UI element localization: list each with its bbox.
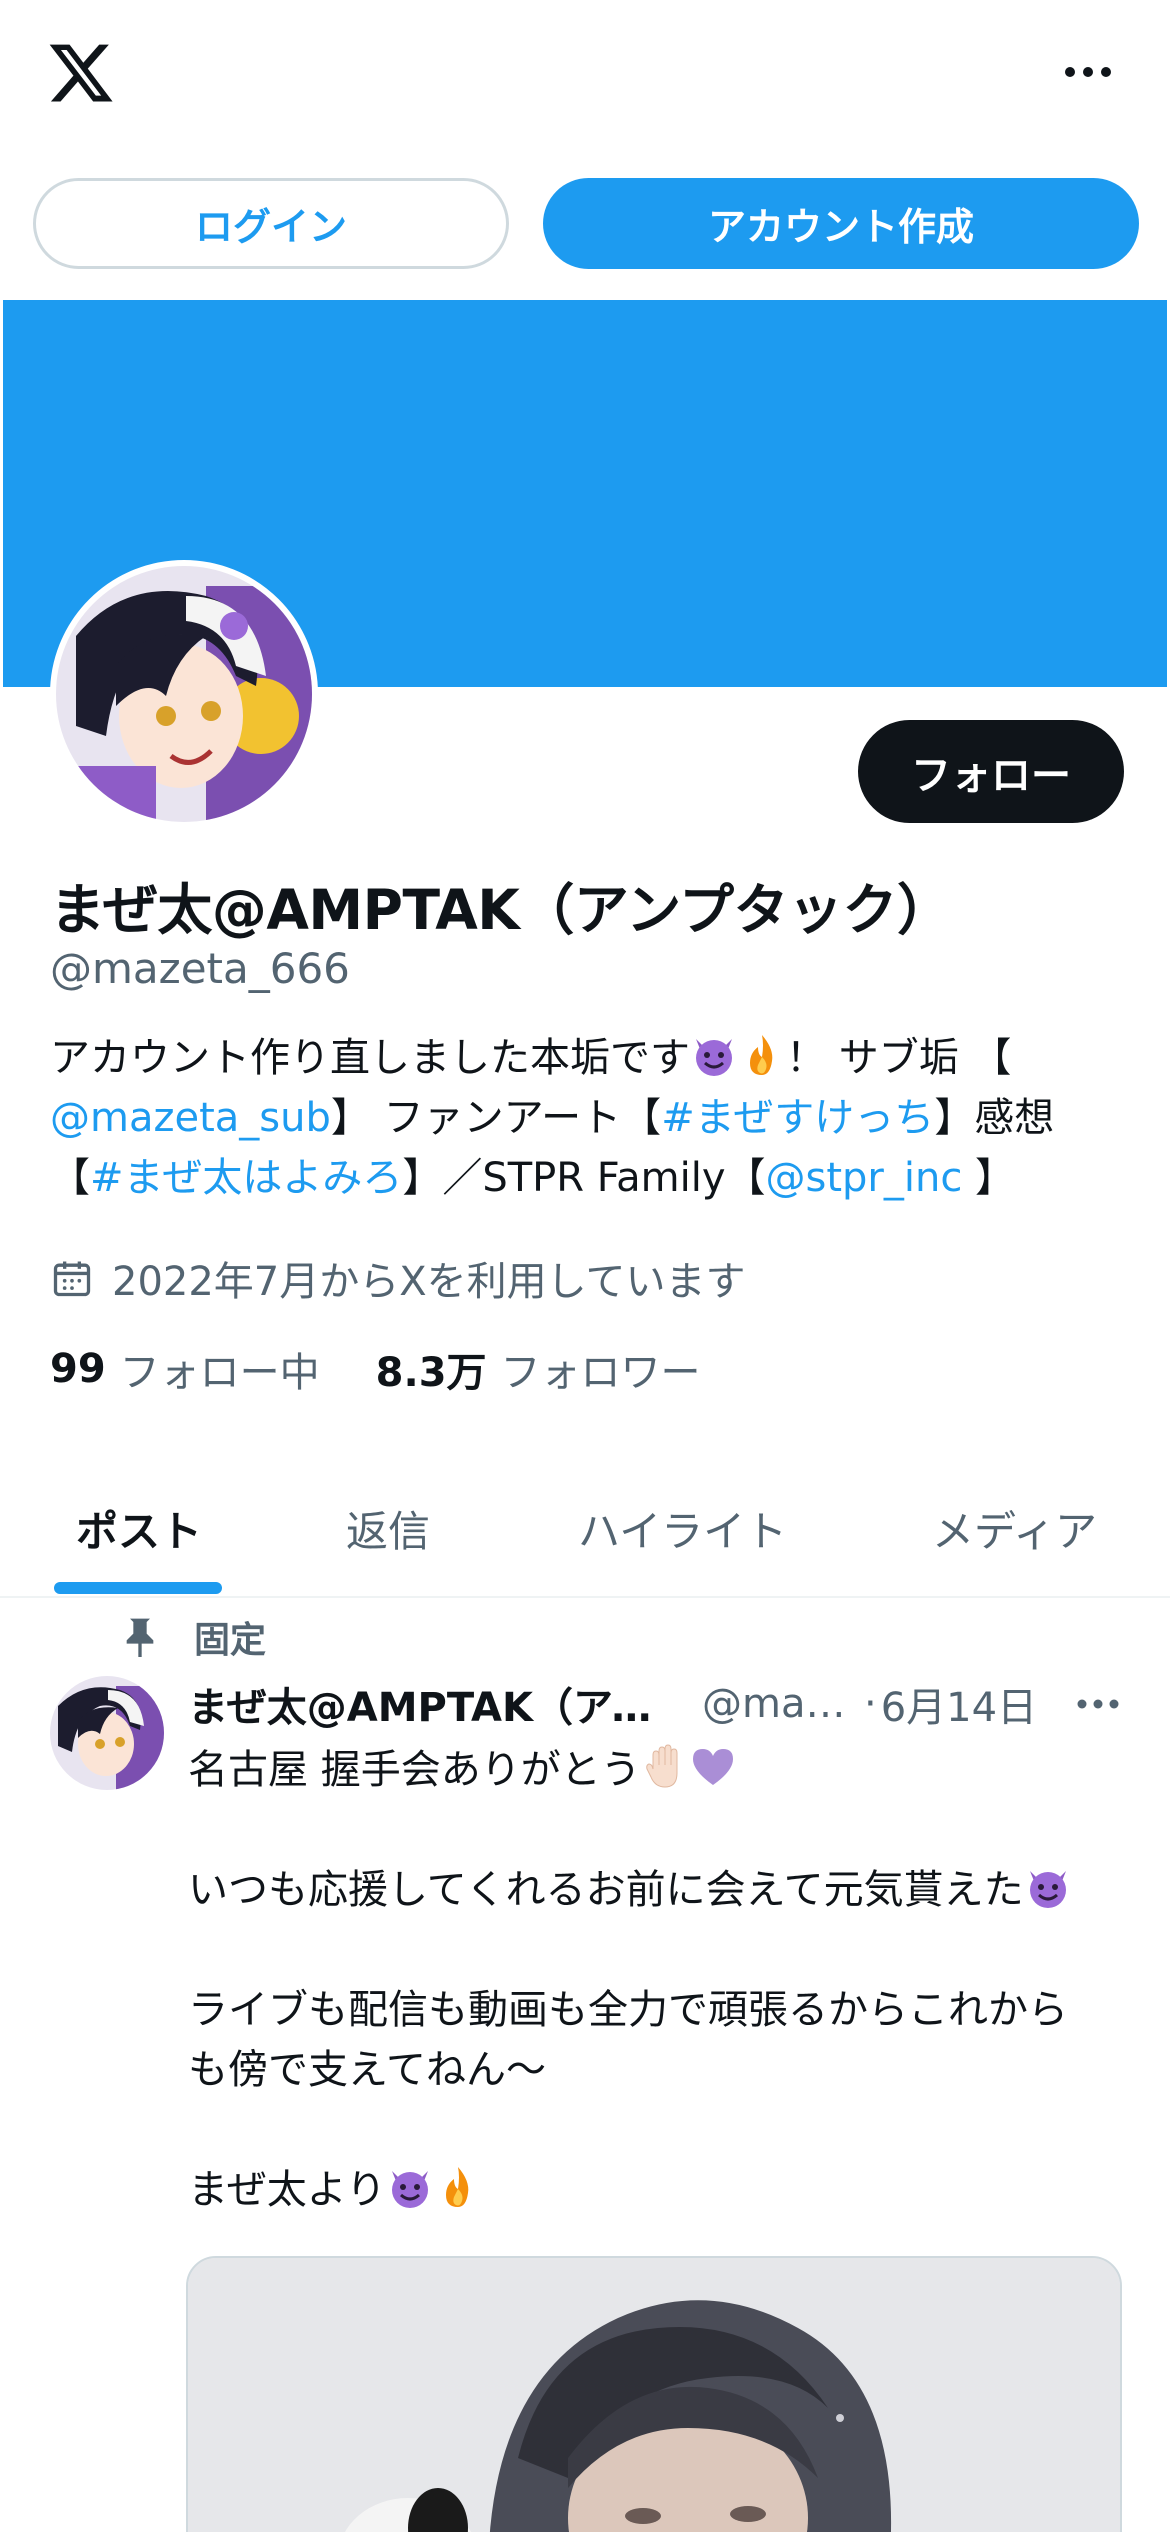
- post-line: まぜ太より: [188, 2160, 1138, 2220]
- post-line: いつも応援してくれるお前に会えて元気貰えた: [188, 1860, 1138, 1920]
- pinned-text: 固定: [194, 1620, 267, 1661]
- post-author-handle[interactable]: @mazeta_666: [702, 1681, 854, 1727]
- bio-text: 】: [962, 1155, 1016, 1201]
- profile-stats: 99 フォロー中 8.3万 フォロワー: [50, 1340, 701, 1398]
- post-line-text: 名古屋 握手会ありがとう: [188, 1747, 641, 1793]
- post-separator: ·: [864, 1681, 877, 1727]
- following-count: 99: [50, 1346, 106, 1392]
- post-line-text: まぜ太より: [188, 2167, 386, 2213]
- bio-line-1: アカウント作り直しました本垢です ！ サブ垢 【: [50, 1028, 1130, 1088]
- tab-posts[interactable]: ポスト: [76, 1460, 202, 1596]
- top-bar: [0, 0, 1170, 150]
- post-line-text: いつも応援してくれるお前に会えて元気貰えた: [188, 1867, 1024, 1913]
- bio-line-2: @mazeta_sub】 ファンアート【#まぜすけっち】感想: [50, 1088, 1130, 1148]
- following-label: フォロー中: [119, 1350, 320, 1396]
- bio-hashtag-impressions[interactable]: #まぜ太はよみろ: [90, 1155, 402, 1201]
- bio-text: 】 ファンアート【: [330, 1095, 662, 1141]
- profile-avatar[interactable]: [50, 560, 318, 828]
- post-date[interactable]: 6月14日: [881, 1675, 1037, 1733]
- joined-text: 2022年7月からXを利用しています: [112, 1259, 746, 1305]
- post-avatar-illustration: [50, 1676, 164, 1790]
- post-line: ライブも配信も動画も全力で頑張るからこれから: [188, 1987, 1068, 2033]
- login-button[interactable]: ログイン: [33, 178, 509, 269]
- purple-heart-emoji-icon: [692, 1749, 733, 1785]
- post-line: 名古屋 握手会ありがとう: [188, 1740, 1138, 1800]
- tab-media[interactable]: メディア: [932, 1460, 1097, 1596]
- followers-label: フォロワー: [500, 1350, 701, 1396]
- post-text: 名古屋 握手会ありがとう いつも応援してくれるお前に会えて元気貰えた ライブも配…: [188, 1740, 1138, 2220]
- bio-hashtag-fanart[interactable]: #まぜすけっち: [661, 1095, 934, 1141]
- follow-button[interactable]: フォロー: [858, 720, 1124, 823]
- more-horizontal-icon[interactable]: [1058, 52, 1118, 92]
- profile-handle: @mazeta_666: [50, 944, 350, 993]
- post-author-name[interactable]: まぜ太@AMPTAK（アンプタック）: [188, 1675, 682, 1733]
- profile-bio: アカウント作り直しました本垢です ！ サブ垢 【 @mazeta_sub】 ファン…: [50, 1028, 1130, 1208]
- avatar-illustration: [56, 566, 312, 822]
- x-logo-icon[interactable]: [46, 38, 116, 108]
- bio-text: アカウント作り直しました本垢です: [50, 1035, 690, 1081]
- pinned-label: 固定: [120, 1612, 266, 1662]
- post-author-avatar[interactable]: [50, 1676, 164, 1790]
- raised-hand-emoji-icon: [645, 1744, 678, 1788]
- fire-emoji-icon: [446, 2167, 469, 2207]
- profile-display-name: まぜ太@AMPTAK（アンプタック）: [50, 878, 952, 942]
- tab-highlights[interactable]: ハイライト: [578, 1460, 787, 1596]
- smiling-devil-emoji-icon: [392, 2171, 428, 2208]
- profile-tabs: ポスト 返信 ハイライト メディア: [0, 1460, 1170, 1598]
- post-line: も傍で支えてねん〜: [188, 2047, 546, 2093]
- calendar-icon: [53, 1261, 91, 1297]
- post-photo[interactable]: [186, 2256, 1122, 2532]
- bio-link-sub-account[interactable]: @mazeta_sub: [50, 1095, 331, 1141]
- bio-text: ！ サブ垢 【: [786, 1035, 1012, 1081]
- auth-buttons: ログイン アカウント作成: [0, 178, 1170, 270]
- followers-count: 8.3万: [375, 1350, 487, 1396]
- post-more-icon[interactable]: [1072, 1686, 1124, 1722]
- smiling-devil-emoji-icon: [696, 1039, 732, 1076]
- profile-joined: 2022年7月からXを利用しています: [50, 1248, 745, 1308]
- bio-text: 【: [50, 1155, 90, 1201]
- pin-icon: [126, 1618, 154, 1657]
- tab-replies[interactable]: 返信: [346, 1460, 430, 1596]
- bio-line-3: 【#まぜ太はよみろ】／STPR Family【@stpr_inc 】: [50, 1148, 1130, 1208]
- active-tab-indicator: [54, 1582, 222, 1594]
- smiling-devil-emoji-icon: [1029, 1871, 1066, 1908]
- fire-emoji-icon: [750, 1035, 773, 1075]
- bio-text: 】／STPR Family【: [402, 1155, 766, 1201]
- followers-link[interactable]: 8.3万 フォロワー: [376, 1340, 701, 1398]
- bio-text: 】感想: [934, 1095, 1055, 1141]
- following-link[interactable]: 99 フォロー中: [50, 1340, 320, 1398]
- post-photo-image: [188, 2258, 1120, 2532]
- bio-link-stpr[interactable]: @stpr_inc: [766, 1155, 963, 1201]
- post-header: まぜ太@AMPTAK（アンプタック） @mazeta_666 · 6月14日: [188, 1676, 1138, 1732]
- create-account-button[interactable]: アカウント作成: [543, 178, 1139, 269]
